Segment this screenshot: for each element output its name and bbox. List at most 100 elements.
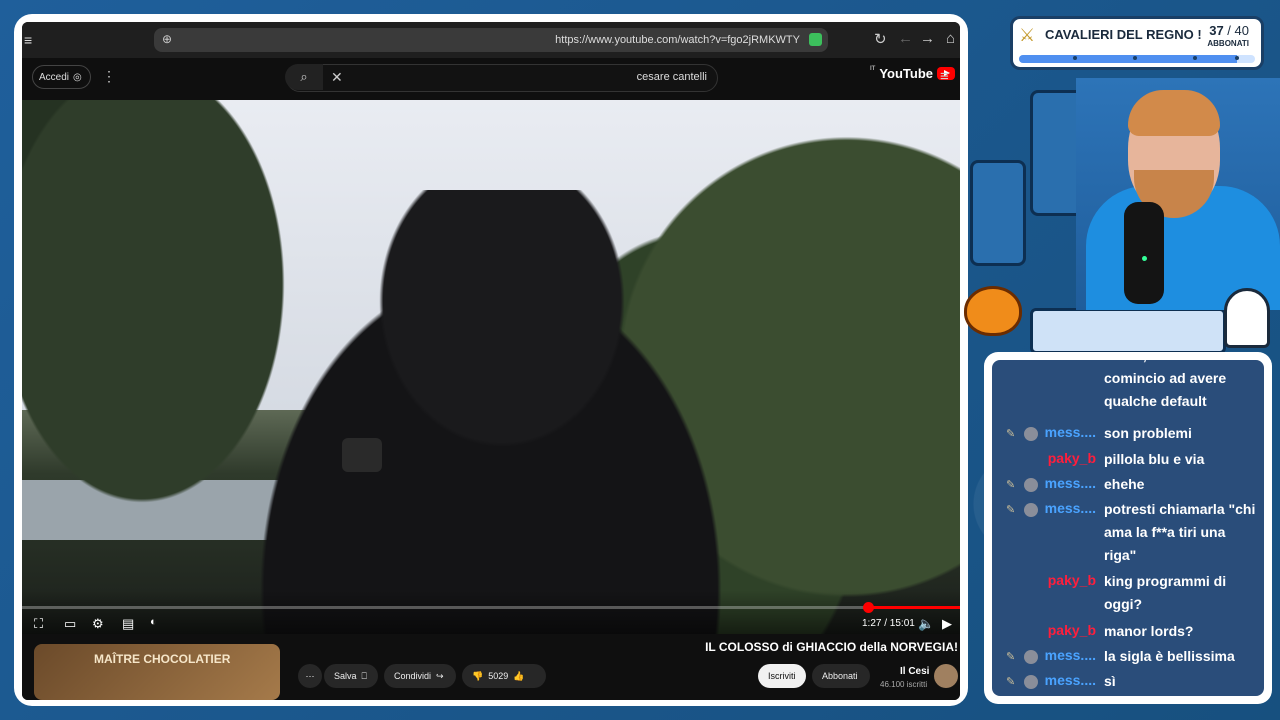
chat-username[interactable]: paky_b (992, 572, 1096, 588)
mic-led (1142, 256, 1147, 261)
signin-button[interactable]: Accedi ◎ (32, 65, 91, 89)
video-info-area: MAÎTRE CHOCOLATIER IL COLOSSO di GHIACCI… (22, 634, 960, 700)
search-input[interactable]: cesare cantelli (637, 71, 707, 83)
goal-milestone (1193, 56, 1197, 60)
chat-message-text: forma, a 50 anni comincio ad avere qualc… (1104, 360, 1227, 409)
goal-target: 40 (1234, 23, 1249, 38)
chat-message-text: manor lords? (1104, 623, 1194, 639)
settings-gear-icon[interactable]: ⚙ (92, 616, 104, 632)
chat-message-text: son problemi (1104, 425, 1192, 441)
user-circle-icon: ◎ (73, 71, 82, 83)
background-doodle-cable (970, 160, 1026, 266)
channel-name[interactable]: Il Cesi (900, 666, 929, 677)
chat-message-text: ehehe (1104, 476, 1145, 492)
goal-progress-fill (1019, 55, 1238, 63)
reload-icon[interactable]: ↻ (874, 30, 887, 48)
chat-message-text: la sigla è bellissima (1104, 648, 1235, 664)
share-button[interactable]: Condividi ↪ (384, 664, 456, 688)
progress-fill (869, 606, 960, 609)
chat-username[interactable]: mess.... (992, 672, 1096, 688)
search-box[interactable]: ⌕ ✕ cesare cantelli (285, 64, 718, 92)
video-title: IL COLOSSO di GHIACCIO della NORVEGIA! (705, 640, 958, 654)
home-icon[interactable]: ⌂ (946, 30, 955, 47)
sword-icon: ⚔ (1019, 25, 1036, 45)
progress-bar[interactable] (22, 602, 960, 613)
goal-separator: / (1223, 23, 1235, 38)
more-actions-button[interactable]: ⋯ (298, 664, 322, 688)
zoom-icon[interactable]: ⊕ (162, 32, 178, 48)
pumpkin-decoration (964, 286, 1022, 336)
webcam-feed (1076, 78, 1280, 310)
like-count: 5029 (488, 671, 509, 681)
like-dislike-group: 👎 5029 👍 (462, 664, 546, 688)
goal-milestone (1133, 56, 1137, 60)
browser-window-frame: ≡ ⊕ https://www.youtube.com/watch?v=fgo2… (14, 14, 968, 706)
video-action-camera (342, 438, 382, 472)
goal-count: 37 / 40 (1209, 23, 1249, 38)
security-shield-icon[interactable] (809, 33, 822, 46)
chat-username[interactable]: paky_b (992, 450, 1096, 466)
forward-icon[interactable]: → (920, 30, 935, 47)
autoplay-toggle[interactable]: ◐ (150, 616, 157, 628)
video-player[interactable]: ⛶ ▭ ⚙ ▤ ◐ 1:27 / 15:01 🔈 ▶ (22, 100, 960, 634)
subscriber-goal-widget: ⚔ CAVALIERI DEL REGNO ! 37 / 40 ABBONATI (1010, 16, 1264, 70)
like-icon[interactable]: 👍 (513, 671, 524, 682)
sidebar-video-thumbnail[interactable]: MAÎTRE CHOCOLATIER (34, 644, 280, 700)
chat-panel: forma, a 50 anni comincio ad avere qualc… (984, 352, 1272, 704)
chat-username[interactable]: paky_b (992, 622, 1096, 638)
chat-messages: forma, a 50 anni comincio ad avere qualc… (992, 360, 1264, 696)
time-display: 1:27 / 15:01 (862, 618, 915, 629)
browser-window: ≡ ⊕ https://www.youtube.com/watch?v=fgo2… (22, 22, 960, 700)
chat-username[interactable]: mess.... (992, 424, 1096, 440)
bookmark-icon: ⎕ (361, 670, 367, 681)
streamer-hair (1128, 90, 1220, 136)
youtube-header: Accedi ◎ ⋮ ⌕ ✕ cesare cantelli IT YouTub… (22, 58, 960, 100)
goal-current: 37 (1209, 23, 1224, 38)
chat-message-text: pillola blu e via (1104, 451, 1205, 467)
chat-message-text: king programmi di oggi? (1104, 573, 1227, 612)
settings-kebab-icon[interactable]: ⋮ (102, 68, 116, 85)
goal-unit: ABBONATI (1207, 39, 1249, 48)
subtitles-icon[interactable]: ▤ (122, 616, 134, 632)
url-text: https://www.youtube.com/watch?v=fgo2jRMK… (555, 34, 800, 46)
subscribe-button[interactable]: Iscriviti (758, 664, 806, 688)
more-icon: ⋯ (305, 670, 315, 681)
browser-menu-icon[interactable]: ≡ (24, 32, 38, 48)
chat-username[interactable]: mess.... (992, 475, 1096, 491)
save-button[interactable]: Salva ⎕ (324, 664, 378, 688)
save-label: Salva (334, 671, 357, 681)
address-bar: ≡ ⊕ https://www.youtube.com/watch?v=fgo2… (22, 22, 960, 58)
video-rider (222, 190, 782, 634)
subscribe-label: Iscriviti (768, 671, 796, 681)
goal-progress-bar (1019, 55, 1255, 63)
guide-menu-icon[interactable]: ≡ (940, 68, 949, 85)
clear-search-icon[interactable]: ✕ (331, 69, 343, 86)
ghost-decoration (1224, 288, 1270, 348)
chat-message-text: potresti chiamarla "chi ama la f**a tiri… (1104, 501, 1256, 563)
chat-username[interactable]: mess.... (992, 647, 1096, 663)
chat-username[interactable]: mess.... (992, 500, 1096, 516)
goal-title: CAVALIERI DEL REGNO ! (1045, 27, 1202, 42)
background-doodle-keyboard (1030, 308, 1226, 354)
fullscreen-icon[interactable]: ⛶ (34, 616, 43, 632)
channel-avatar[interactable] (934, 664, 958, 688)
progress-scrubber[interactable] (863, 602, 875, 613)
thumbnail-title: MAÎTRE CHOCOLATIER (94, 652, 231, 666)
play-icon[interactable]: ▶ (942, 616, 952, 632)
members-button[interactable]: Abbonati (812, 664, 870, 688)
volume-icon[interactable]: 🔈 (918, 616, 934, 632)
members-label: Abbonati (822, 671, 858, 681)
back-icon[interactable]: ← (898, 30, 913, 47)
youtube-logo-region: IT (870, 66, 876, 72)
dislike-icon[interactable]: 👎 (472, 671, 483, 682)
goal-milestone (1235, 56, 1239, 60)
goal-milestone (1073, 56, 1077, 60)
microphone (1124, 202, 1164, 304)
theater-mode-icon[interactable]: ▭ (64, 616, 76, 632)
player-controls: ⛶ ▭ ⚙ ▤ ◐ 1:27 / 15:01 🔈 ▶ (22, 590, 960, 634)
channel-subscribers: 46.100 iscritti (880, 680, 928, 689)
youtube-logo-text: YouTube (879, 66, 934, 81)
url-field[interactable]: ⊕ https://www.youtube.com/watch?v=fgo2jR… (154, 28, 828, 52)
share-label: Condividi (394, 671, 432, 681)
search-icon[interactable]: ⌕ (285, 64, 323, 90)
